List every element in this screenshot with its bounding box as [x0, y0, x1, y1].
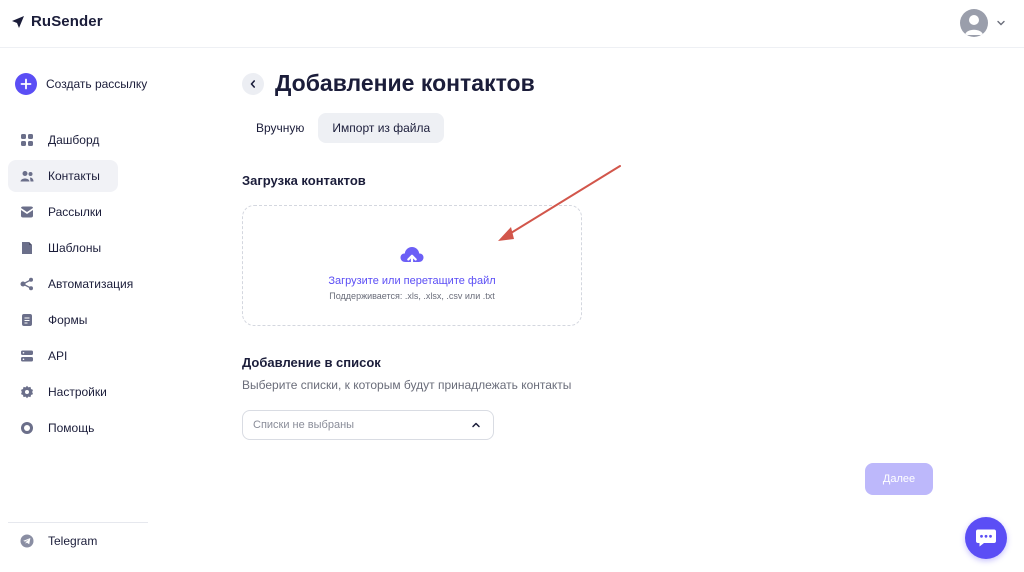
telegram-icon	[20, 534, 34, 548]
tab-manual[interactable]: Вручную	[242, 113, 318, 143]
logo[interactable]: RuSender	[11, 13, 103, 30]
sidebar-item-api[interactable]: API	[8, 340, 118, 372]
back-button[interactable]	[242, 73, 264, 95]
forms-icon	[20, 313, 34, 327]
brand-name: RuSender	[31, 13, 103, 30]
create-mailing-button[interactable]: Создать рассылку	[15, 73, 147, 95]
user-icon	[965, 15, 983, 35]
sidebar-item-label: Помощь	[48, 421, 95, 435]
dashboard-icon	[20, 133, 34, 147]
logo-icon	[12, 15, 24, 28]
chat-widget-button[interactable]	[965, 517, 1007, 559]
templates-icon	[20, 241, 34, 255]
sidebar-item-contacts[interactable]: Контакты	[8, 160, 118, 192]
sidebar-item-label: Дашборд	[48, 133, 100, 147]
next-button[interactable]: Далее	[865, 463, 933, 495]
sidebar-item-settings[interactable]: Настройки	[8, 376, 118, 408]
page-title: Добавление контактов	[275, 70, 535, 96]
chevron-down-icon[interactable]	[996, 18, 1006, 28]
sidebar-divider	[8, 522, 148, 523]
chevron-left-icon	[250, 80, 255, 88]
sidebar-item-label: Рассылки	[48, 205, 102, 219]
help-icon	[20, 421, 34, 435]
telegram-label: Telegram	[48, 534, 98, 548]
sidebar-item-label: Формы	[48, 313, 88, 327]
list-section-title: Добавление в список	[242, 355, 381, 370]
sidebar-item-label: Шаблоны	[48, 241, 102, 255]
user-menu[interactable]	[960, 9, 1006, 37]
telegram-link[interactable]: Telegram	[20, 534, 97, 548]
create-mailing-label: Создать рассылку	[46, 77, 148, 91]
sidebar-item-label: API	[48, 349, 68, 363]
tab-file-import[interactable]: Импорт из файла	[318, 113, 445, 143]
file-dropzone[interactable]: Загрузите или перетащите файл Поддержива…	[242, 205, 582, 326]
contacts-icon	[20, 169, 34, 183]
automation-icon	[20, 277, 34, 291]
sidebar-nav: Дашборд Контакты Рассылки Шаблоны Автома…	[8, 124, 148, 448]
avatar[interactable]	[960, 9, 988, 37]
settings-icon	[20, 385, 34, 399]
sidebar-item-templates[interactable]: Шаблоны	[8, 232, 118, 264]
sidebar-item-label: Автоматизация	[48, 277, 134, 291]
chevron-up-icon	[472, 422, 480, 428]
lists-select-value: Списки не выбраны	[253, 419, 355, 431]
sidebar-item-automation[interactable]: Автоматизация	[8, 268, 133, 300]
lists-select[interactable]: Списки не выбраны	[242, 410, 494, 440]
import-tabs: Вручную Импорт из файла	[242, 113, 445, 143]
supported-formats: Поддерживается: .xls, .xlsx, .csv или .t…	[329, 290, 495, 301]
upload-prompt: Загрузите или перетащите файл	[328, 274, 496, 287]
api-icon	[20, 349, 34, 363]
sidebar-item-forms[interactable]: Формы	[8, 304, 118, 336]
mailings-icon	[20, 205, 34, 219]
sidebar-item-mailings[interactable]: Рассылки	[8, 196, 118, 228]
list-section-description: Выберите списки, к которым будут принадл…	[242, 378, 572, 392]
plus-icon	[15, 73, 37, 95]
cloud-upload-icon	[400, 246, 424, 268]
chat-icon	[976, 529, 996, 547]
top-header: RuSender	[0, 0, 1024, 48]
sidebar-item-dashboard[interactable]: Дашборд	[8, 124, 118, 156]
sidebar-item-help[interactable]: Помощь	[8, 412, 118, 444]
sidebar-item-label: Контакты	[48, 169, 100, 183]
sidebar-item-label: Настройки	[48, 385, 107, 399]
upload-section-title: Загрузка контактов	[242, 173, 366, 188]
